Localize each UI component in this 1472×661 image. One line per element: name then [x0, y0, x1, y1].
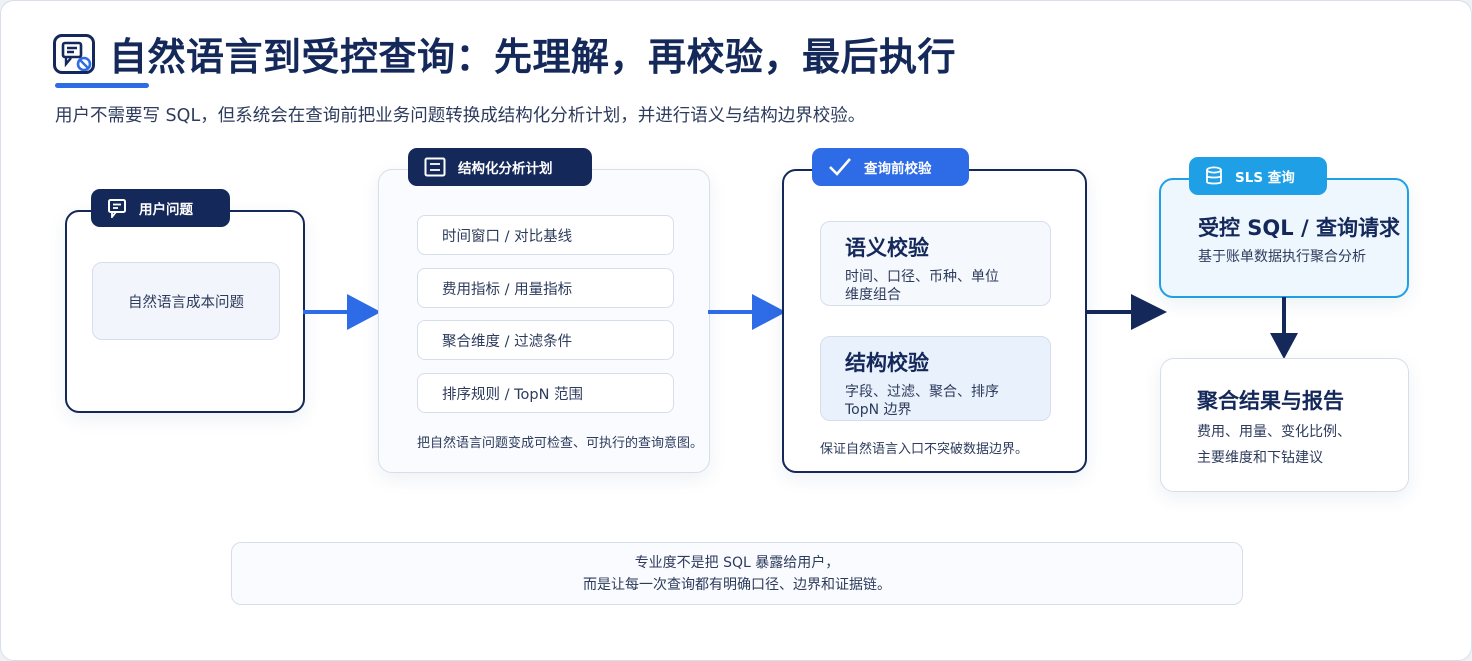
user-question-tag-label: 用户问题 [139, 202, 193, 218]
structural-check-title: 结构校验 [845, 351, 929, 375]
arrow-to-plan [303, 294, 381, 330]
diagram-canvas: 自然语言到受控查询：先理解，再校验，最后执行 用户不需要写 SQL，但系统会在查… [0, 0, 1472, 661]
sls-query-tag: SLS 查询 [1189, 157, 1327, 195]
result-desc-line2: 主要维度和下钻建议 [1197, 450, 1323, 466]
message-icon [108, 199, 126, 218]
plan-item-metrics: 费用指标 / 用量指标 [417, 268, 674, 308]
footer-line1: 专业度不是把 SQL 暴露给用户， [634, 554, 840, 571]
page-subtitle: 用户不需要写 SQL，但系统会在查询前把业务问题转换成结构化分析计划，并进行语义… [55, 106, 866, 126]
structured-plan-card: 时间窗口 / 对比基线 费用指标 / 用量指标 聚合维度 / 过滤条件 排序规则… [378, 169, 710, 473]
arrow-to-check [708, 294, 786, 330]
sls-query-desc: 基于账单数据执行聚合分析 [1198, 249, 1366, 265]
user-question-content: 自然语言成本问题 [92, 262, 280, 340]
sls-query-card: 受控 SQL / 查询请求 基于账单数据执行聚合分析 [1159, 178, 1409, 298]
structured-plan-tag-label: 结构化分析计划 [458, 161, 553, 177]
semantic-check-desc-line2: 维度组合 [845, 287, 901, 303]
semantic-check-title: 语义校验 [845, 236, 929, 260]
structural-check-desc-line2: TopN 边界 [845, 402, 912, 418]
pre-query-check-tag-label: 查询前校验 [864, 161, 932, 177]
sls-query-tag-label: SLS 查询 [1235, 170, 1295, 186]
result-card: 聚合结果与报告 费用、用量、变化比例、 主要维度和下钻建议 [1160, 358, 1409, 492]
result-desc-line1: 费用、用量、变化比例、 [1197, 424, 1351, 440]
footer-line2: 而是让每一次查询都有明确口径、边界和证据链。 [583, 576, 891, 593]
structural-check-box: 结构校验 字段、过滤、聚合、排序 TopN 边界 [820, 336, 1051, 421]
plan-item-sorting: 排序规则 / TopN 范围 [417, 373, 674, 413]
page-title: 自然语言到受控查询：先理解，再校验，最后执行 [109, 35, 957, 79]
result-desc: 费用、用量、变化比例、 主要维度和下钻建议 [1197, 419, 1351, 471]
feedback-form-icon [53, 34, 95, 74]
result-title: 聚合结果与报告 [1197, 389, 1344, 413]
sls-query-title: 受控 SQL / 查询请求 [1198, 216, 1400, 240]
title-underline [55, 83, 149, 88]
check-icon [829, 158, 851, 176]
list-icon [424, 157, 446, 177]
plan-item-dimensions: 聚合维度 / 过滤条件 [417, 320, 674, 360]
pre-query-check-tag: 查询前校验 [812, 148, 969, 186]
user-question-card: 自然语言成本问题 [65, 210, 305, 413]
arrow-to-result [1270, 297, 1298, 359]
plan-note: 把自然语言问题变成可检查、可执行的查询意图。 [417, 436, 704, 451]
semantic-check-desc: 时间、口径、币种、单位 维度组合 [845, 268, 1026, 304]
user-question-tag: 用户问题 [91, 189, 230, 227]
semantic-check-desc-line1: 时间、口径、币种、单位 [845, 269, 999, 285]
pre-query-check-card: 语义校验 时间、口径、币种、单位 维度组合 结构校验 字段、过滤、聚合、排序 T… [782, 169, 1087, 473]
structured-plan-tag: 结构化分析计划 [408, 148, 592, 186]
semantic-check-box: 语义校验 时间、口径、币种、单位 维度组合 [820, 221, 1051, 306]
structural-check-desc-line1: 字段、过滤、聚合、排序 [845, 384, 999, 400]
check-note: 保证自然语言入口不突破数据边界。 [820, 442, 1029, 457]
structural-check-desc: 字段、过滤、聚合、排序 TopN 边界 [845, 383, 1026, 419]
arrow-to-sls [1085, 294, 1167, 330]
plan-item-time: 时间窗口 / 对比基线 [417, 215, 674, 255]
database-icon [1206, 166, 1222, 185]
footer-note: 专业度不是把 SQL 暴露给用户， 而是让每一次查询都有明确口径、边界和证据链。 [231, 542, 1243, 605]
